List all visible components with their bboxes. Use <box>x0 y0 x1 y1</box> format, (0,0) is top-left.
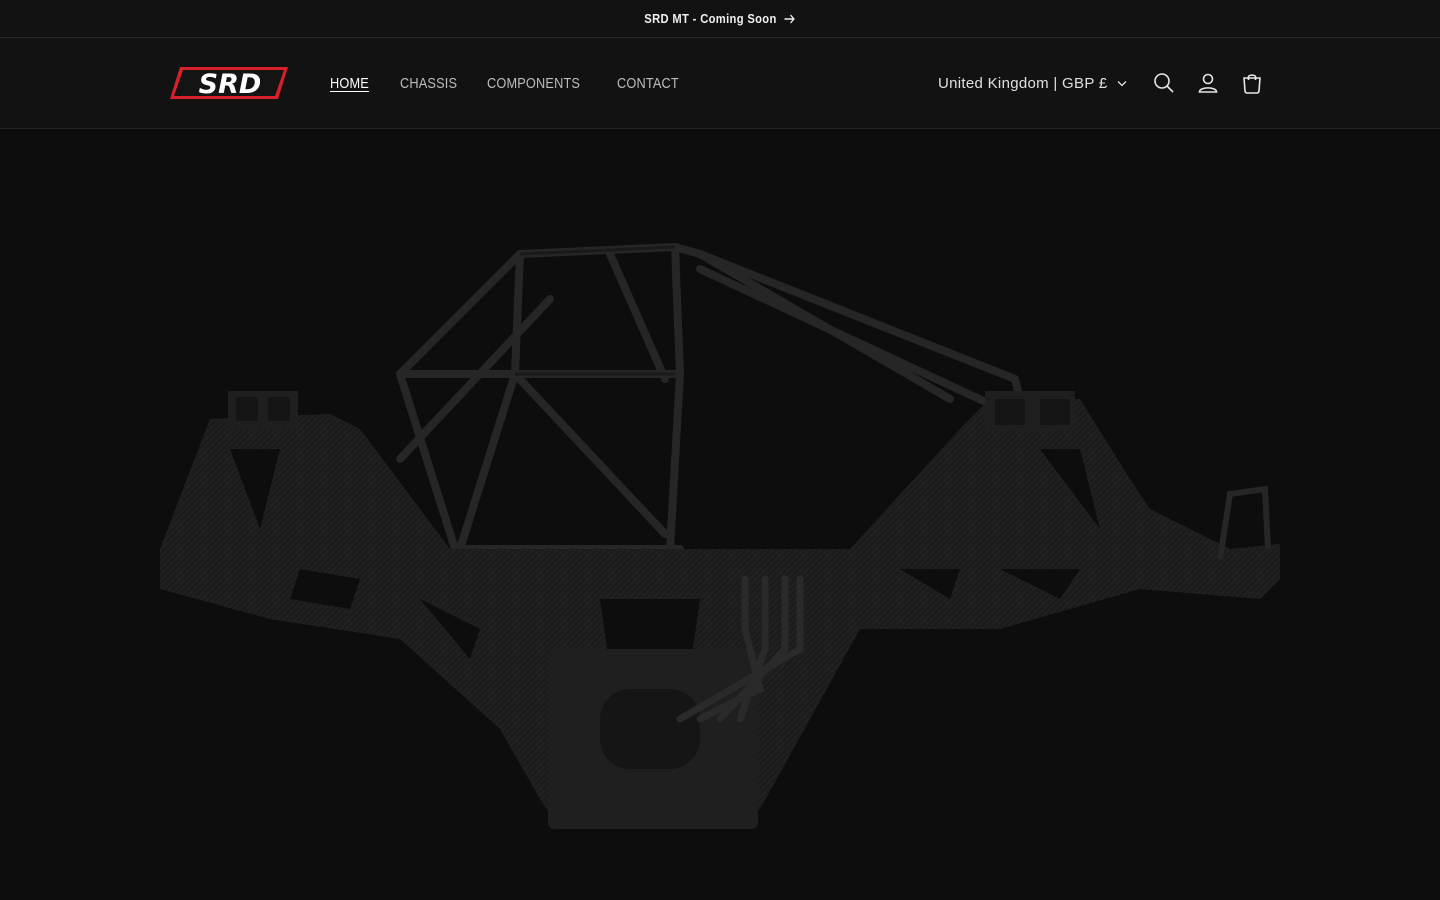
chassis-render-image <box>160 243 1280 829</box>
nav-components[interactable]: COMPONENTS <box>487 75 580 92</box>
chevron-down-icon <box>1118 80 1127 86</box>
site-header: SRD HOME CHASSIS COMPONENTS CONTACT Unit… <box>0 38 1440 129</box>
srd-logo[interactable]: SRD <box>170 65 290 101</box>
hero-banner <box>0 129 1440 900</box>
announcement-text: SRD MT - Coming Soon <box>644 11 777 26</box>
announcement-link[interactable]: SRD MT - Coming Soon <box>644 11 795 26</box>
announcement-bar: SRD MT - Coming Soon <box>0 0 1440 38</box>
nav-chassis[interactable]: CHASSIS <box>400 75 457 92</box>
search-icon[interactable] <box>1152 71 1176 95</box>
account-icon[interactable] <box>1196 71 1220 95</box>
srd-logo-mark: SRD <box>170 67 288 100</box>
country-selector[interactable]: United Kingdom | GBP £ <box>938 38 1127 128</box>
main-nav: HOME CHASSIS COMPONENTS CONTACT <box>330 38 709 128</box>
country-selector-label: United Kingdom | GBP £ <box>938 74 1108 92</box>
cart-icon[interactable] <box>1240 71 1264 95</box>
arrow-right-icon <box>784 14 795 23</box>
logo-text: SRD <box>199 69 262 100</box>
nav-home[interactable]: HOME <box>330 75 369 92</box>
nav-contact[interactable]: CONTACT <box>617 75 679 92</box>
